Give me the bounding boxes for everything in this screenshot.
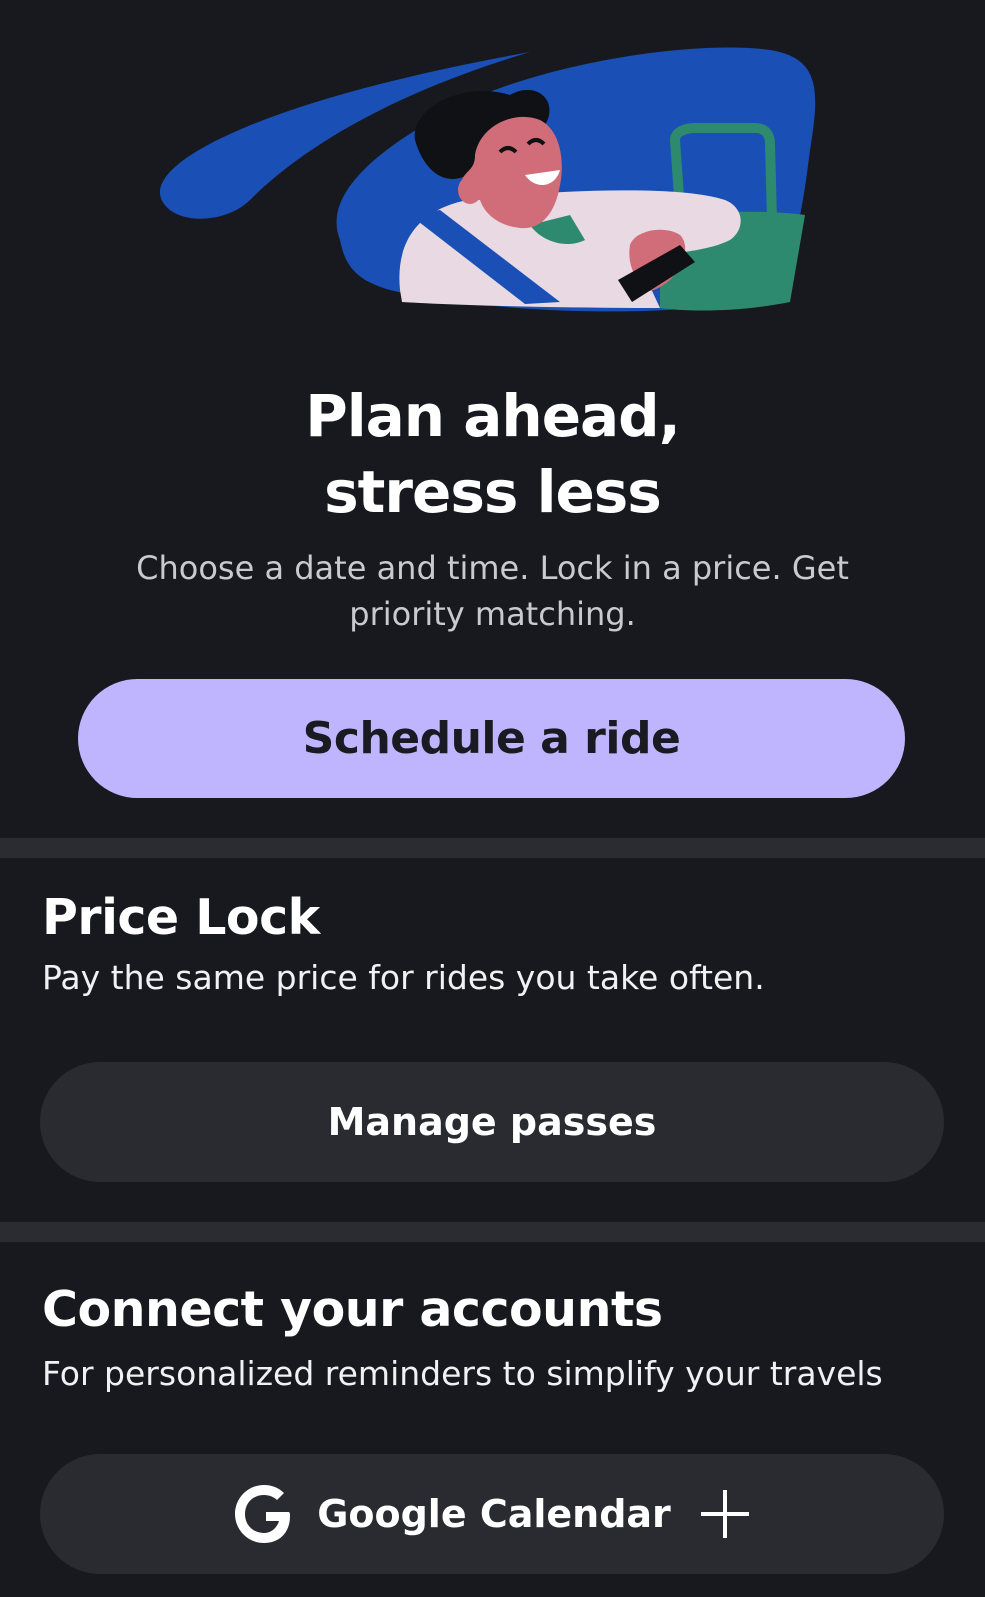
plus-icon: [700, 1490, 749, 1538]
hero-title-line2: stress less: [324, 458, 662, 526]
section-divider: [0, 1222, 985, 1242]
hero-title-line1: Plan ahead,: [305, 382, 680, 450]
hero-subtitle: Choose a date and time. Lock in a price.…: [136, 549, 849, 633]
schedule-ride-button[interactable]: Schedule a ride: [78, 679, 905, 798]
connect-accounts-title: Connect your accounts: [42, 1281, 663, 1338]
google-g-icon: [235, 1485, 291, 1543]
price-lock-description: Pay the same price for rides you take of…: [42, 958, 765, 997]
google-calendar-label: Google Calendar: [317, 1492, 671, 1536]
connect-accounts-section: Connect your accounts For personalized r…: [0, 1242, 985, 1597]
google-calendar-button[interactable]: Google Calendar: [40, 1454, 944, 1574]
price-lock-title: Price Lock: [42, 889, 320, 946]
section-divider: [0, 838, 985, 858]
person-in-car-illustration: [159, 47, 816, 312]
price-lock-section: Price Lock Pay the same price for rides …: [0, 858, 985, 1222]
hero-section: Plan ahead, stress less Choose a date an…: [0, 0, 985, 838]
manage-passes-button[interactable]: Manage passes: [40, 1062, 944, 1182]
hero-title: Plan ahead, stress less: [0, 378, 985, 530]
connect-accounts-description: For personalized reminders to simplify y…: [42, 1354, 883, 1393]
